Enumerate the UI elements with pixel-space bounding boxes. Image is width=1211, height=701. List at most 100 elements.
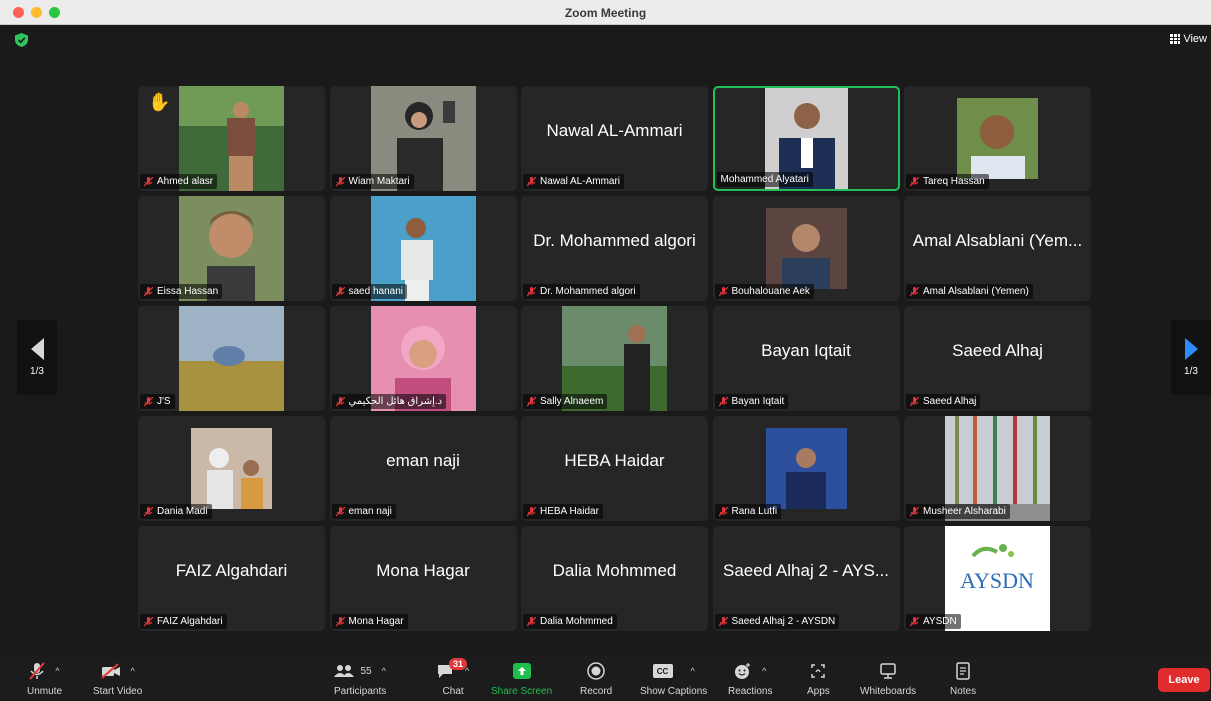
show-captions-label: Show Captions — [640, 686, 708, 697]
reactions-options-caret[interactable]: ^ — [762, 666, 766, 676]
page-indicator-left: 1/3 — [30, 366, 44, 377]
record-button[interactable]: Record — [580, 660, 612, 697]
participant-tile[interactable]: Dania Madi — [138, 416, 325, 521]
participant-tile[interactable]: Rana Lutfi — [712, 416, 900, 521]
next-page-button[interactable]: 1/3 — [1171, 320, 1211, 395]
participant-tile[interactable]: Tareq Hassan — [904, 86, 1091, 191]
participant-name: Tareq Hassan — [923, 176, 985, 187]
mic-muted-icon — [335, 286, 345, 296]
participant-tile[interactable]: Dalia Mohmmed Dalia Mohmmed — [521, 526, 708, 631]
participant-tile[interactable]: FAIZ Algahdari FAIZ Algahdari — [138, 526, 325, 631]
participant-name: Musheer Alsharabi — [923, 506, 1006, 517]
reactions-button[interactable]: ^ Reactions — [728, 660, 772, 697]
mic-muted-icon — [527, 286, 536, 296]
participant-tile[interactable]: Eissa Hassan — [138, 196, 325, 301]
participant-nametag: د.إشراق هائل الحكيمي — [331, 394, 447, 409]
participant-tile[interactable]: Dr. Mohammed algori Dr. Mohammed algori — [521, 196, 708, 301]
video-options-caret[interactable]: ^ — [131, 666, 135, 676]
participant-video — [957, 98, 1038, 179]
chevron-right-icon — [1184, 338, 1198, 360]
mic-muted-icon — [527, 176, 536, 186]
participants-button[interactable]: 55 ^ Participants — [334, 660, 386, 697]
participant-name: Bayan Iqtait — [731, 396, 785, 407]
apps-label: Apps — [807, 686, 830, 697]
mic-muted-icon — [527, 506, 536, 516]
participants-options-caret[interactable]: ^ — [382, 666, 386, 676]
participants-label: Participants — [334, 686, 387, 697]
participant-name: AYSDN — [923, 616, 957, 627]
participant-nametag: Dania Madi — [140, 504, 212, 519]
participant-name: Dalia Mohmmed — [540, 616, 613, 627]
chat-button[interactable]: 31 ^ Chat — [437, 658, 469, 697]
mic-muted-icon — [910, 616, 919, 626]
participant-tile[interactable]: Wiam Maktari — [329, 86, 517, 191]
participant-tile[interactable]: Musheer Alsharabi — [904, 416, 1091, 521]
participant-tile[interactable]: Bayan Iqtait Bayan Iqtait — [712, 306, 900, 411]
window-title-bar: Zoom Meeting — [0, 0, 1211, 25]
participant-nametag: Bayan Iqtait — [714, 394, 789, 409]
participant-tile[interactable]: J'S — [138, 306, 325, 411]
participant-nametag: Dalia Mohmmed — [523, 614, 617, 629]
participant-tile[interactable]: HEBA Haidar HEBA Haidar — [521, 416, 708, 521]
participant-display-name: Dalia Mohmmed — [552, 560, 677, 580]
participant-name: Amal Alsablani (Yemen) — [923, 286, 1029, 297]
whiteboards-button[interactable]: Whiteboards — [860, 660, 916, 697]
captions-options-caret[interactable]: ^ — [691, 666, 695, 676]
apps-button[interactable]: Apps — [807, 660, 830, 697]
participant-nametag: Dr. Mohammed algori — [523, 284, 640, 299]
mic-muted-icon — [144, 506, 153, 516]
mic-muted-icon — [335, 396, 345, 406]
participant-video — [765, 428, 847, 509]
mic-muted-icon — [910, 506, 919, 516]
mic-muted-icon — [527, 396, 536, 406]
gallery-grid: ✋ Ahmed alasr Wiam Maktari Nawal AL-Amma… — [138, 86, 1091, 631]
participant-tile[interactable]: AYSDN AYSDN — [904, 526, 1091, 631]
participant-tile[interactable]: Mona Hagar Mona Hagar — [329, 526, 517, 631]
video-off-icon — [100, 663, 120, 679]
mic-muted-icon — [910, 396, 919, 406]
participant-tile[interactable]: د.إشراق هائل الحكيمي — [329, 306, 517, 411]
participant-tile[interactable]: ✋ Ahmed alasr — [138, 86, 325, 191]
participant-display-name: Dr. Mohammed algori — [533, 230, 696, 250]
share-screen-button[interactable]: Share Screen — [491, 660, 552, 697]
view-label: View — [1183, 33, 1207, 45]
participants-icon — [334, 665, 355, 677]
mic-muted-icon — [910, 286, 919, 296]
unmute-button[interactable]: ^ Unmute — [27, 660, 62, 697]
participant-display-name: Nawal AL-Ammari — [546, 120, 683, 140]
participant-tile[interactable]: saed hanani — [329, 196, 517, 301]
participant-display-name: Bayan Iqtait — [761, 340, 851, 360]
participant-nametag: Nawal AL-Ammari — [523, 174, 625, 189]
mic-muted-icon — [718, 506, 728, 516]
participant-nametag: Mohammed Alyatari — [716, 172, 813, 187]
reactions-smiley-icon — [735, 663, 751, 679]
participant-display-name: Mona Hagar — [376, 560, 470, 580]
active-speaker-tile[interactable]: Mohammed Alyatari — [712, 86, 900, 191]
participant-tile[interactable]: Amal Alsablani (Yem... Amal Alsablani (Y… — [904, 196, 1091, 301]
participant-tile[interactable]: eman naji eman naji — [329, 416, 517, 521]
reactions-label: Reactions — [728, 686, 773, 697]
participant-nametag: Musheer Alsharabi — [906, 504, 1010, 519]
participant-tile[interactable]: Nawal AL-Ammari Nawal AL-Ammari — [521, 86, 708, 191]
participant-name: Wiam Maktari — [348, 176, 410, 187]
participant-tile[interactable]: Saeed Alhaj Saeed Alhaj — [904, 306, 1091, 411]
mic-muted-icon — [144, 616, 153, 626]
aysdn-logo: AYSDN — [945, 526, 1050, 631]
start-video-label: Start Video — [93, 686, 143, 697]
mic-muted-icon — [335, 616, 345, 626]
show-captions-button[interactable]: CC ^ Show Captions — [640, 660, 707, 697]
view-button[interactable]: View — [1170, 33, 1207, 45]
participant-tile[interactable]: Bouhalouane Aek — [712, 196, 900, 301]
mic-muted-icon — [527, 616, 536, 626]
notes-icon — [956, 662, 970, 680]
participant-nametag: Ahmed alasr — [140, 174, 218, 189]
participant-tile[interactable]: Sally Alnaeem — [521, 306, 708, 411]
security-shield-icon[interactable] — [15, 33, 28, 47]
previous-page-button[interactable]: 1/3 — [17, 320, 57, 395]
start-video-button[interactable]: ^ Start Video — [93, 660, 142, 697]
page-indicator-right: 1/3 — [1184, 366, 1198, 377]
leave-meeting-button[interactable]: Leave — [1158, 668, 1210, 692]
audio-options-caret[interactable]: ^ — [55, 666, 59, 676]
notes-button[interactable]: Notes — [950, 660, 976, 697]
participant-tile[interactable]: Saeed Alhaj 2 - AYS... Saeed Alhaj 2 - A… — [712, 526, 900, 631]
